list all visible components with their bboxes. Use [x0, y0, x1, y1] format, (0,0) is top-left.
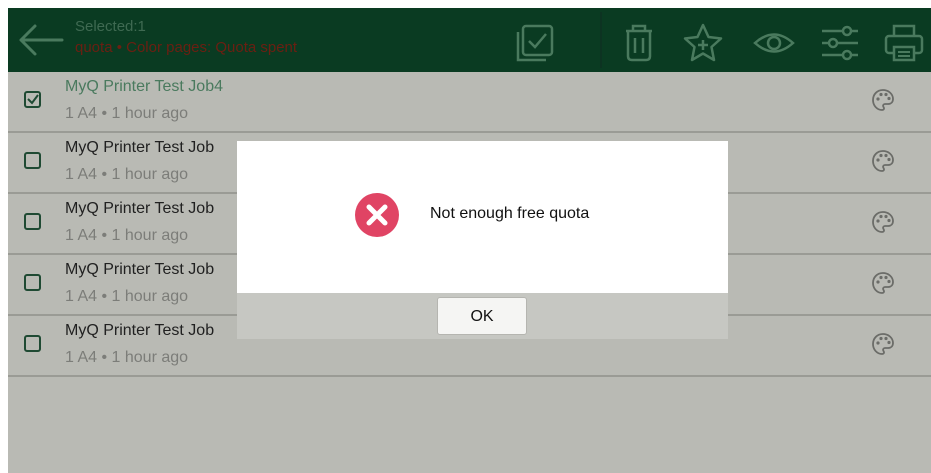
- top-bar: Selected:1 quota • Color pages: Quota sp…: [8, 8, 931, 72]
- arrow-left-icon: [19, 24, 64, 56]
- job-checkbox[interactable]: [24, 274, 41, 291]
- quota-status: quota • Color pages: Quota spent: [75, 39, 298, 56]
- app-screen: Selected:1 quota • Color pages: Quota sp…: [8, 8, 931, 473]
- job-meta: 1 A4 • 1 hour ago: [65, 105, 189, 122]
- toolbar-divider: [600, 12, 602, 68]
- color-palette-icon: [872, 333, 894, 355]
- job-title: MyQ Printer Test Job4: [65, 78, 223, 95]
- eye-icon: [753, 33, 795, 53]
- job-title: MyQ Printer Test Job: [65, 139, 215, 156]
- back-button[interactable]: [14, 18, 66, 62]
- job-checkbox[interactable]: [24, 335, 41, 352]
- star-icon: [683, 23, 723, 62]
- dialog-footer: OK: [237, 293, 728, 339]
- job-row[interactable]: MyQ Printer Test Job4 1 A4 • 1 hour ago: [8, 72, 931, 133]
- preview-button[interactable]: [753, 22, 795, 64]
- delete-button[interactable]: [618, 22, 660, 64]
- error-icon: [355, 193, 399, 237]
- color-palette-icon: [872, 211, 894, 233]
- job-meta: 1 A4 • 1 hour ago: [65, 349, 189, 366]
- job-meta: 1 A4 • 1 hour ago: [65, 166, 189, 183]
- color-palette-icon: [872, 150, 894, 172]
- job-checkbox[interactable]: [24, 213, 41, 230]
- job-meta: 1 A4 • 1 hour ago: [65, 227, 189, 244]
- job-title: MyQ Printer Test Job: [65, 200, 215, 217]
- trash-icon: [626, 24, 652, 62]
- color-palette-icon: [872, 272, 894, 294]
- favorite-button[interactable]: [682, 22, 724, 64]
- printer-icon: [884, 24, 924, 62]
- ok-button[interactable]: OK: [437, 297, 527, 335]
- job-title: MyQ Printer Test Job: [65, 322, 215, 339]
- job-title: MyQ Printer Test Job: [65, 261, 215, 278]
- selected-count: Selected:1: [75, 18, 146, 35]
- job-meta: 1 A4 • 1 hour ago: [65, 288, 189, 305]
- settings-button[interactable]: [819, 22, 861, 64]
- check-icon: [27, 94, 39, 105]
- error-dialog: Not enough free quota OK: [237, 141, 728, 339]
- job-checkbox[interactable]: [24, 91, 41, 108]
- print-button[interactable]: [883, 22, 925, 64]
- select-all-icon: [516, 24, 554, 62]
- job-checkbox[interactable]: [24, 152, 41, 169]
- select-all-button[interactable]: [514, 22, 556, 64]
- color-palette-icon: [872, 89, 894, 111]
- sliders-icon: [822, 25, 858, 61]
- dialog-body: Not enough free quota: [237, 141, 728, 293]
- dialog-message: Not enough free quota: [430, 205, 590, 222]
